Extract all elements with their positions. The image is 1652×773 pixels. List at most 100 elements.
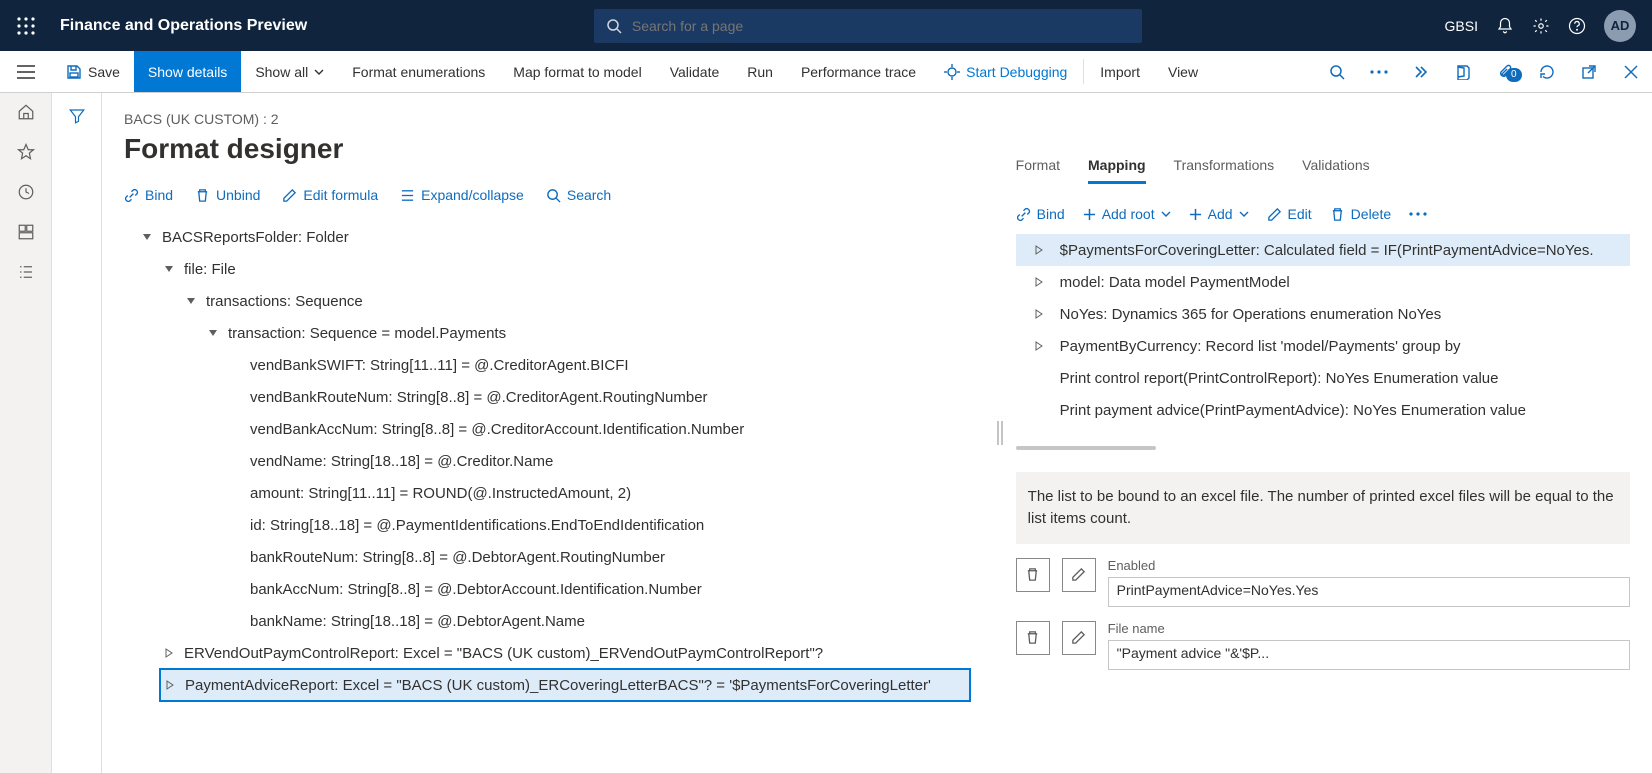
import-label: Import xyxy=(1100,64,1140,80)
map-more-button[interactable] xyxy=(1409,212,1427,216)
format-tree-row[interactable]: transactions: Sequence xyxy=(124,285,970,317)
format-tree-row[interactable]: transaction: Sequence = model.Payments xyxy=(124,317,970,349)
format-tree-row[interactable]: PaymentAdviceReport: Excel = "BACS (UK c… xyxy=(160,669,970,701)
prop-enabled-value[interactable]: PrintPaymentAdvice=NoYes.Yes xyxy=(1108,577,1630,607)
map-delete-label: Delete xyxy=(1351,206,1391,222)
tree-expander[interactable] xyxy=(1030,241,1048,259)
global-search-input[interactable] xyxy=(632,18,1130,34)
attach-button[interactable]: 0 xyxy=(1484,64,1526,80)
chevron-down-icon xyxy=(1161,209,1171,219)
mapping-tree-row[interactable]: Print control report(PrintControlReport)… xyxy=(1016,362,1630,394)
import-button[interactable]: Import xyxy=(1086,51,1154,92)
nav-collapse-button[interactable] xyxy=(0,51,52,92)
prop-enabled-delete-button[interactable] xyxy=(1016,558,1050,592)
tab-mapping[interactable]: Mapping xyxy=(1088,157,1146,184)
tree-expander[interactable] xyxy=(138,228,156,246)
tree-spacer xyxy=(226,612,244,630)
edit-formula-button[interactable]: Edit formula xyxy=(282,187,378,203)
splitter[interactable] xyxy=(992,93,1008,773)
delete-icon xyxy=(195,188,210,203)
mapping-tree-row[interactable]: model: Data model PaymentModel xyxy=(1016,266,1630,298)
mapping-tree[interactable]: $PaymentsForCoveringLetter: Calculated f… xyxy=(1016,234,1630,426)
divider xyxy=(1083,59,1084,84)
recent-icon[interactable] xyxy=(17,183,35,201)
star-icon[interactable] xyxy=(17,143,35,161)
bell-icon[interactable] xyxy=(1496,17,1514,35)
mapping-tree-row[interactable]: Print payment advice(PrintPaymentAdvice)… xyxy=(1016,394,1630,426)
tree-expander[interactable] xyxy=(160,260,178,278)
tree-expander[interactable] xyxy=(182,292,200,310)
tree-expander[interactable] xyxy=(204,324,222,342)
modules-icon[interactable] xyxy=(17,263,35,281)
map-edit-button[interactable]: Edit xyxy=(1267,206,1312,222)
global-search[interactable] xyxy=(594,9,1142,43)
more-button[interactable] xyxy=(1358,70,1400,74)
tab-validations[interactable]: Validations xyxy=(1302,157,1369,184)
mapping-tree-row[interactable]: NoYes: Dynamics 365 for Operations enume… xyxy=(1016,298,1630,330)
company-picker[interactable]: GBSI xyxy=(1445,18,1478,34)
map-format-button[interactable]: Map format to model xyxy=(499,51,655,92)
format-enum-label: Format enumerations xyxy=(352,64,485,80)
perf-trace-label: Performance trace xyxy=(801,64,916,80)
cmd-search-button[interactable] xyxy=(1316,64,1358,80)
filter-icon[interactable] xyxy=(68,107,86,125)
close-button[interactable] xyxy=(1610,65,1652,79)
bind-button[interactable]: Bind xyxy=(124,187,173,203)
format-tree-row[interactable]: ERVendOutPaymControlReport: Excel = "BAC… xyxy=(124,637,970,669)
map-delete-button[interactable]: Delete xyxy=(1330,206,1391,222)
help-icon[interactable] xyxy=(1568,17,1586,35)
unbind-button[interactable]: Unbind xyxy=(195,187,260,203)
performance-trace-button[interactable]: Performance trace xyxy=(787,51,930,92)
save-button[interactable]: Save xyxy=(52,51,134,92)
workspace-icon[interactable] xyxy=(17,223,35,241)
horizontal-scrollbar[interactable] xyxy=(1016,446,1630,454)
show-details-button[interactable]: Show details xyxy=(134,51,241,92)
format-tree-row[interactable]: vendBankRouteNum: String[8..8] = @.Credi… xyxy=(124,381,970,413)
tab-format[interactable]: Format xyxy=(1016,157,1060,184)
prop-enabled-edit-button[interactable] xyxy=(1062,558,1096,592)
tree-expander[interactable] xyxy=(1030,337,1048,355)
tree-expander[interactable] xyxy=(161,676,179,694)
format-tree-row[interactable]: BACSReportsFolder: Folder xyxy=(124,221,970,253)
format-tree-row[interactable]: bankName: String[18..18] = @.DebtorAgent… xyxy=(124,605,970,637)
prop-filename-edit-button[interactable] xyxy=(1062,621,1096,655)
office-button[interactable] xyxy=(1442,64,1484,80)
gear-icon[interactable] xyxy=(1532,17,1550,35)
tree-expander[interactable] xyxy=(1030,273,1048,291)
mapping-tree-row[interactable]: PaymentByCurrency: Record list 'model/Pa… xyxy=(1016,330,1630,362)
user-avatar[interactable]: AD xyxy=(1604,10,1636,42)
refresh-button[interactable] xyxy=(1526,64,1568,80)
format-tree-row[interactable]: file: File xyxy=(124,253,970,285)
format-tree-row[interactable]: id: String[18..18] = @.PaymentIdentifica… xyxy=(124,509,970,541)
map-bind-button[interactable]: Bind xyxy=(1016,206,1065,222)
format-tree-row[interactable]: vendName: String[18..18] = @.Creditor.Na… xyxy=(124,445,970,477)
view-button[interactable]: View xyxy=(1154,51,1212,92)
mapping-tree-row[interactable]: $PaymentsForCoveringLetter: Calculated f… xyxy=(1016,234,1630,266)
format-tree-row[interactable]: vendBankAccNum: String[8..8] = @.Credito… xyxy=(124,413,970,445)
prop-filename-delete-button[interactable] xyxy=(1016,621,1050,655)
app-header: Finance and Operations Preview GBSI AD xyxy=(0,0,1652,51)
run-button[interactable]: Run xyxy=(733,51,787,92)
add-button[interactable]: Add xyxy=(1189,206,1249,222)
format-tree-row[interactable]: bankAccNum: String[8..8] = @.DebtorAccou… xyxy=(124,573,970,605)
flow-button[interactable] xyxy=(1400,64,1442,80)
expand-collapse-button[interactable]: Expand/collapse xyxy=(400,187,524,203)
format-tree-row[interactable]: amount: String[11..11] = ROUND(@.Instruc… xyxy=(124,477,970,509)
format-tree[interactable]: BACSReportsFolder: Folderfile: Filetrans… xyxy=(124,221,970,701)
format-enumerations-button[interactable]: Format enumerations xyxy=(338,51,499,92)
tree-expander[interactable] xyxy=(1030,305,1048,323)
close-icon xyxy=(1624,65,1638,79)
home-icon[interactable] xyxy=(17,103,35,121)
popout-button[interactable] xyxy=(1568,64,1610,80)
show-all-button[interactable]: Show all xyxy=(241,51,338,92)
tab-transformations[interactable]: Transformations xyxy=(1174,157,1275,184)
app-launcher-button[interactable] xyxy=(0,17,52,35)
tree-search-button[interactable]: Search xyxy=(546,187,611,203)
prop-filename-value[interactable]: "Payment advice "&'$P... xyxy=(1108,640,1630,670)
add-root-button[interactable]: Add root xyxy=(1083,206,1171,222)
format-tree-row[interactable]: bankRouteNum: String[8..8] = @.DebtorAge… xyxy=(124,541,970,573)
validate-button[interactable]: Validate xyxy=(656,51,734,92)
format-tree-row[interactable]: vendBankSWIFT: String[11..11] = @.Credit… xyxy=(124,349,970,381)
start-debugging-button[interactable]: Start Debugging xyxy=(930,51,1081,92)
tree-expander[interactable] xyxy=(160,644,178,662)
